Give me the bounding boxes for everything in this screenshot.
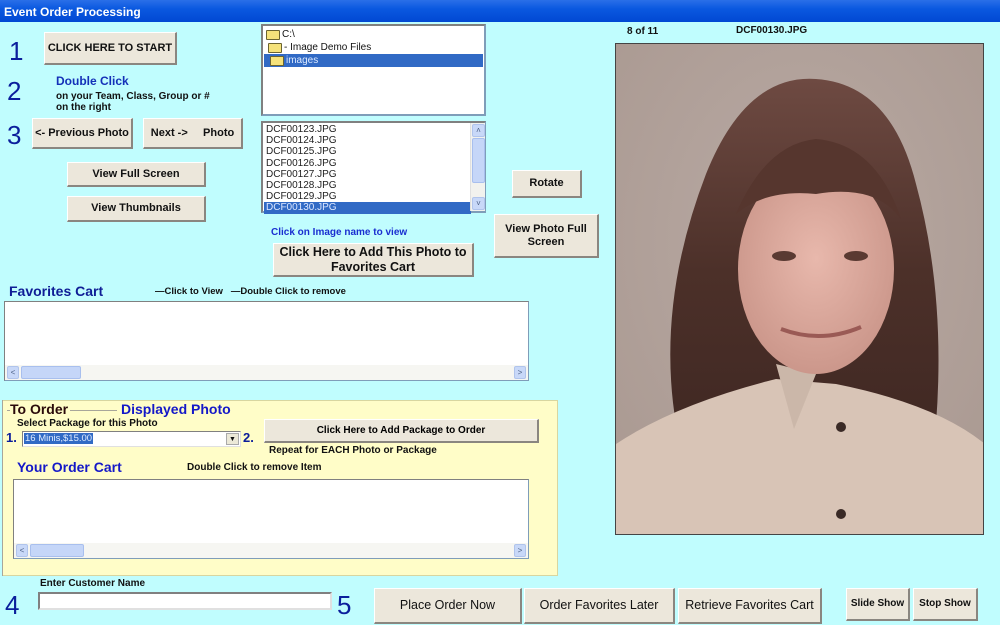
order-step-2-number: 2.: [243, 430, 254, 445]
portrait-photo: [616, 44, 983, 534]
customer-name-label: Enter Customer Name: [40, 578, 146, 589]
package-select[interactable]: 16 Minis,$15.00 ▼: [22, 431, 241, 447]
start-button[interactable]: CLICK HERE TO START: [44, 32, 177, 65]
folder-tree[interactable]: C:\ - Image Demo Files images: [261, 24, 486, 116]
shirt-button: [836, 509, 846, 519]
title-bar: Event Order Processing: [0, 0, 1000, 22]
folder-tree-item-selected[interactable]: images: [264, 54, 483, 67]
view-photo-full-screen-button[interactable]: View Photo Full Screen: [494, 214, 599, 258]
favorites-cart-list[interactable]: < >: [4, 301, 529, 381]
folder-tree-item[interactable]: - Image Demo Files: [264, 41, 483, 54]
add-to-favorites-button[interactable]: Click Here to Add This Photo to Favorite…: [273, 243, 474, 277]
shirt-button: [836, 422, 846, 432]
step-4-number: 4: [5, 590, 20, 620]
step-3-number: 3: [7, 120, 22, 150]
order-favorites-later-button[interactable]: Order Favorites Later: [524, 588, 675, 624]
favorites-cart-hint: —Click to View —Double Click to remove: [155, 286, 346, 297]
scroll-down-icon[interactable]: ˅: [472, 197, 485, 210]
file-list-item[interactable]: DCF00126.JPG: [264, 158, 471, 169]
next-photo-button[interactable]: Next -> Photo: [143, 118, 243, 149]
group-border-left: [2, 400, 3, 576]
step-1-number: 1: [9, 36, 24, 66]
photo-position: 8 of 11: [627, 26, 659, 37]
to-order-title: To Order: [10, 401, 71, 417]
place-order-button[interactable]: Place Order Now: [374, 588, 522, 624]
folder-label: - Image Demo Files: [284, 42, 372, 53]
file-list-item[interactable]: DCF00127.JPG: [264, 169, 471, 180]
double-click-instructions: on your Team, Class, Group or # on the r…: [56, 91, 210, 113]
order-step-1-number: 1.: [6, 430, 17, 445]
folder-icon: [266, 29, 280, 40]
order-cart-hint: Double Click to remove Item: [187, 462, 322, 473]
add-package-label: Click Here to Add Package to Order: [316, 424, 486, 436]
file-list-item[interactable]: DCF00129.JPG: [264, 191, 471, 202]
folder-label: images: [286, 55, 319, 66]
step-2-number: 2: [7, 76, 22, 106]
file-list-item[interactable]: DCF00124.JPG: [264, 135, 471, 146]
scrollbar-thumb[interactable]: [21, 366, 81, 379]
add-package-button[interactable]: Click Here to Add Package to Order: [264, 419, 539, 443]
customer-name-input[interactable]: [38, 592, 332, 610]
favorites-horizontal-scrollbar[interactable]: < >: [5, 365, 528, 380]
stop-show-button[interactable]: Stop Show: [913, 588, 978, 621]
window-title: Event Order Processing: [4, 5, 141, 19]
file-list-item[interactable]: DCF00123.JPG: [264, 124, 471, 135]
repeat-hint: Repeat for EACH Photo or Package: [269, 445, 437, 456]
folder-tree-item[interactable]: C:\: [264, 28, 483, 41]
displayed-photo-label: Displayed Photo: [121, 401, 231, 417]
folder-icon: [268, 42, 282, 53]
left-eye: [772, 251, 796, 261]
file-list[interactable]: DCF00123.JPG DCF00124.JPG DCF00125.JPG D…: [261, 121, 486, 214]
scroll-right-icon[interactable]: >: [514, 366, 526, 379]
view-full-screen-button[interactable]: View Full Screen: [67, 162, 206, 187]
folder-open-icon: [270, 55, 284, 66]
scroll-up-icon[interactable]: ˄: [472, 124, 485, 137]
dropdown-arrow-icon[interactable]: ▼: [226, 433, 239, 445]
rotate-button[interactable]: Rotate: [512, 170, 582, 198]
scroll-right-icon[interactable]: >: [514, 544, 526, 557]
scrollbar-thumb[interactable]: [30, 544, 84, 557]
order-cart-title: Your Order Cart: [17, 459, 122, 475]
package-selected-value: 16 Minis,$15.00: [24, 433, 94, 444]
photo-display[interactable]: [615, 43, 984, 535]
favorites-cart-title: Favorites Cart: [9, 283, 104, 299]
select-package-label: Select Package for this Photo: [17, 418, 158, 429]
order-cart-list[interactable]: < >: [13, 479, 529, 559]
scrollbar-thumb[interactable]: [472, 138, 485, 183]
step-5-number: 5: [337, 590, 352, 620]
click-image-name-hint: Click on Image name to view: [271, 227, 408, 238]
double-click-heading: Double Click: [56, 74, 129, 88]
file-list-item[interactable]: DCF00128.JPG: [264, 180, 471, 191]
slide-show-button[interactable]: Slide Show: [846, 588, 910, 621]
scroll-left-icon[interactable]: <: [7, 366, 19, 379]
previous-photo-button[interactable]: <- Previous Photo: [32, 118, 133, 149]
view-thumbnails-button[interactable]: View Thumbnails: [67, 196, 206, 222]
file-list-items: DCF00123.JPG DCF00124.JPG DCF00125.JPG D…: [264, 124, 471, 214]
order-cart-horizontal-scrollbar[interactable]: < >: [14, 543, 528, 558]
folder-label: C:\: [282, 29, 295, 40]
file-list-item-selected[interactable]: DCF00130.JPG: [264, 202, 471, 214]
photo-filename: DCF00130.JPG: [736, 25, 808, 36]
file-list-item[interactable]: DCF00125.JPG: [264, 146, 471, 157]
right-eye: [844, 251, 868, 261]
retrieve-favorites-button[interactable]: Retrieve Favorites Cart: [678, 588, 822, 624]
file-list-scrollbar[interactable]: ˄ ˅: [470, 123, 485, 211]
scroll-left-icon[interactable]: <: [16, 544, 28, 557]
